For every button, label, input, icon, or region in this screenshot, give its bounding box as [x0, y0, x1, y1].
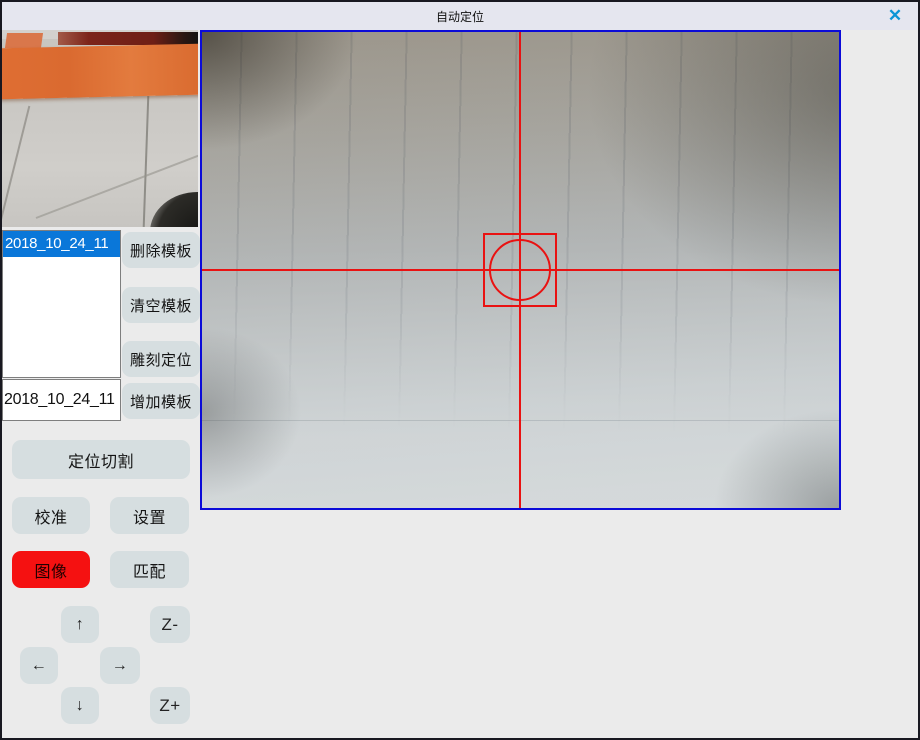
- arrow-up-icon: ↑: [76, 616, 85, 634]
- template-name-input[interactable]: 2018_10_24_11: [2, 379, 121, 421]
- z-minus-label: Z-: [161, 615, 178, 635]
- jog-down-button[interactable]: ↓: [61, 687, 99, 724]
- thumbnail-grout-line: [143, 96, 150, 227]
- arrow-down-icon: ↓: [76, 697, 85, 715]
- thumbnail-orange-patch: [5, 33, 43, 48]
- thumbnail-dark-object: [150, 192, 198, 227]
- z-plus-label: Z+: [159, 696, 180, 716]
- arrow-right-icon: →: [112, 657, 129, 675]
- settings-button[interactable]: 设置: [110, 497, 189, 534]
- jog-z-plus-button[interactable]: Z+: [150, 687, 190, 724]
- camera-view: [200, 30, 841, 510]
- auto-position-dialog: 自动定位 ✕ 2018_10_24_11 2018_10_24_11 删除模板 …: [0, 0, 920, 740]
- jog-up-button[interactable]: ↑: [61, 606, 99, 643]
- target-circle-overlay: [489, 239, 551, 301]
- position-cut-button[interactable]: 定位切割: [12, 440, 190, 479]
- close-button[interactable]: ✕: [880, 2, 910, 30]
- template-list: 2018_10_24_11: [2, 230, 121, 378]
- thumbnail-orange-beam: [2, 44, 198, 100]
- thumbnail-red-bar: [58, 32, 198, 45]
- template-list-item[interactable]: 2018_10_24_11: [3, 231, 120, 257]
- arrow-left-icon: ←: [31, 657, 48, 675]
- thumbnail-tile-wall: [2, 96, 198, 227]
- delete-template-button[interactable]: 删除模板: [122, 232, 200, 268]
- image-button[interactable]: 图像: [12, 551, 90, 588]
- dialog-title: 自动定位: [436, 8, 484, 25]
- close-icon: ✕: [888, 6, 902, 26]
- engrave-position-button[interactable]: 雕刻定位: [122, 341, 200, 377]
- titlebar: 自动定位: [2, 2, 918, 30]
- thumbnail-grout-line: [2, 106, 30, 227]
- clear-templates-button[interactable]: 清空模板: [122, 287, 200, 323]
- calibrate-button[interactable]: 校准: [12, 497, 90, 534]
- match-button[interactable]: 匹配: [110, 551, 189, 588]
- template-thumbnail-image: [2, 30, 198, 227]
- jog-right-button[interactable]: →: [100, 647, 140, 684]
- jog-left-button[interactable]: ←: [20, 647, 58, 684]
- jog-z-minus-button[interactable]: Z-: [150, 606, 190, 643]
- add-template-button[interactable]: 增加模板: [122, 383, 200, 419]
